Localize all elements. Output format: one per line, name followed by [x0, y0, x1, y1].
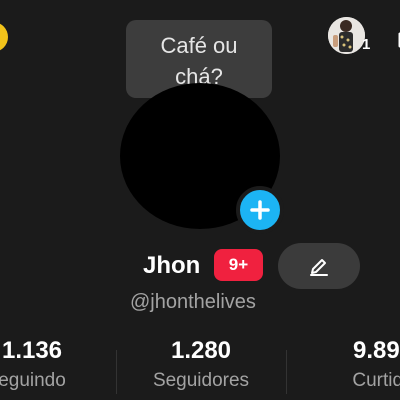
- friend-count: 1: [362, 36, 371, 53]
- friend-avatar-icon[interactable]: [328, 17, 365, 54]
- menu-edge-icon[interactable]: [390, 28, 400, 50]
- plus-icon: [250, 200, 270, 220]
- coin-icon[interactable]: [0, 22, 8, 52]
- following-label: eguindo: [0, 370, 66, 391]
- likes-label: Curtida: [352, 370, 400, 391]
- following-stat[interactable]: 1.136 eguindo: [0, 336, 107, 394]
- followers-count: 1.280: [170, 337, 232, 364]
- profile-screen: 1 Café ou chá? Jhon 9+ @jhonthelives 1.1…: [0, 0, 400, 400]
- display-name: Jhon: [143, 252, 201, 279]
- stat-divider: [286, 350, 287, 394]
- following-count: 1.136: [1, 337, 63, 364]
- followers-label: Seguidores: [152, 370, 250, 391]
- likes-stat[interactable]: 9.893 Curtida: [308, 336, 400, 394]
- note-line-1: Café ou: [160, 33, 238, 58]
- pencil-icon: [310, 259, 328, 276]
- add-photo-button[interactable]: [236, 186, 284, 234]
- likes-count: 9.893: [352, 337, 400, 364]
- followers-stat[interactable]: 1.280 Seguidores: [126, 336, 276, 394]
- username-handle: @jhonthelives: [130, 291, 256, 313]
- edit-profile-button[interactable]: [278, 243, 360, 289]
- notification-badge[interactable]: 9+: [214, 249, 263, 281]
- stat-divider: [116, 350, 117, 394]
